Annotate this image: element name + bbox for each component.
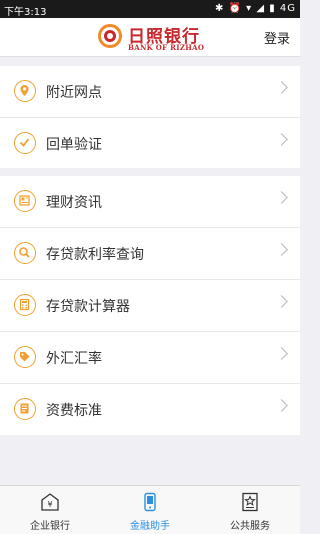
- location-pin-icon: [14, 80, 36, 102]
- tab-finance-assistant[interactable]: 金融助手: [100, 486, 200, 534]
- status-bar: 下午3:13 ✱ ⏰ ▾ ◢ ▮ 4G: [0, 0, 300, 18]
- menu-group-finance: 理财资讯 存贷款利率查询 存贷款计算器 外汇汇率 资费标准: [0, 176, 300, 435]
- news-icon: [14, 190, 36, 212]
- checkmark-icon: [14, 132, 36, 154]
- menu-item-label: 回单验证: [46, 137, 102, 153]
- app-header: 日照银行 BANK OF RIZHAO 登录: [0, 18, 300, 57]
- menu-item-label: 存贷款利率查询: [46, 247, 144, 263]
- tab-public-service[interactable]: 公共服务: [200, 486, 300, 534]
- login-button[interactable]: 登录: [264, 28, 290, 47]
- chevron-right-icon: [275, 399, 288, 412]
- menu-item-fee-schedule[interactable]: 资费标准: [0, 384, 300, 435]
- chevron-right-icon: [275, 243, 288, 256]
- menu-item-label: 附近网点: [46, 85, 102, 101]
- tab-corporate-banking[interactable]: ¥ 企业银行: [0, 486, 100, 534]
- chevron-right-icon: [275, 191, 288, 204]
- tab-label: 企业银行: [30, 521, 70, 532]
- menu-item-receipt-verify[interactable]: 回单验证: [0, 118, 300, 169]
- menu-item-rate-query[interactable]: 存贷款利率查询: [0, 228, 300, 280]
- bank-logo: 日照银行 BANK OF RIZHAO: [96, 21, 206, 55]
- menu-item-label: 理财资讯: [46, 195, 102, 211]
- chevron-right-icon: [275, 295, 288, 308]
- phone-icon: [144, 492, 156, 512]
- search-icon: [14, 242, 36, 264]
- star-doc-icon: [242, 492, 258, 512]
- menu-item-label: 外汇汇率: [46, 351, 102, 367]
- menu-item-exchange-rate[interactable]: 外汇汇率: [0, 332, 300, 384]
- menu-item-label: 资费标准: [46, 403, 102, 419]
- brand-name-en: BANK OF RIZHAO: [128, 43, 205, 52]
- svg-text:¥: ¥: [47, 500, 52, 509]
- bank-icon: ¥: [41, 493, 59, 511]
- document-icon: [14, 398, 36, 420]
- status-time: 下午3:13: [4, 7, 47, 18]
- menu-item-label: 存贷款计算器: [46, 299, 130, 315]
- bottom-tab-bar: ¥ 企业银行 金融助手 公共服务: [0, 485, 300, 534]
- tab-label: 公共服务: [230, 521, 270, 532]
- menu-item-loan-calculator[interactable]: 存贷款计算器: [0, 280, 300, 332]
- chevron-right-icon: [275, 133, 288, 146]
- status-icons: ✱ ⏰ ▾ ◢ ▮ 4G: [214, 3, 296, 14]
- tab-label: 金融助手: [130, 521, 170, 532]
- calculator-icon: [14, 294, 36, 316]
- menu-item-nearby-branches[interactable]: 附近网点: [0, 66, 300, 118]
- chevron-right-icon: [275, 81, 288, 94]
- tag-icon: [14, 346, 36, 368]
- menu-item-wealth-news[interactable]: 理财资讯: [0, 176, 300, 228]
- chevron-right-icon: [275, 347, 288, 360]
- bank-logo-icon: [98, 24, 122, 48]
- menu-group-primary: 附近网点 回单验证: [0, 66, 300, 168]
